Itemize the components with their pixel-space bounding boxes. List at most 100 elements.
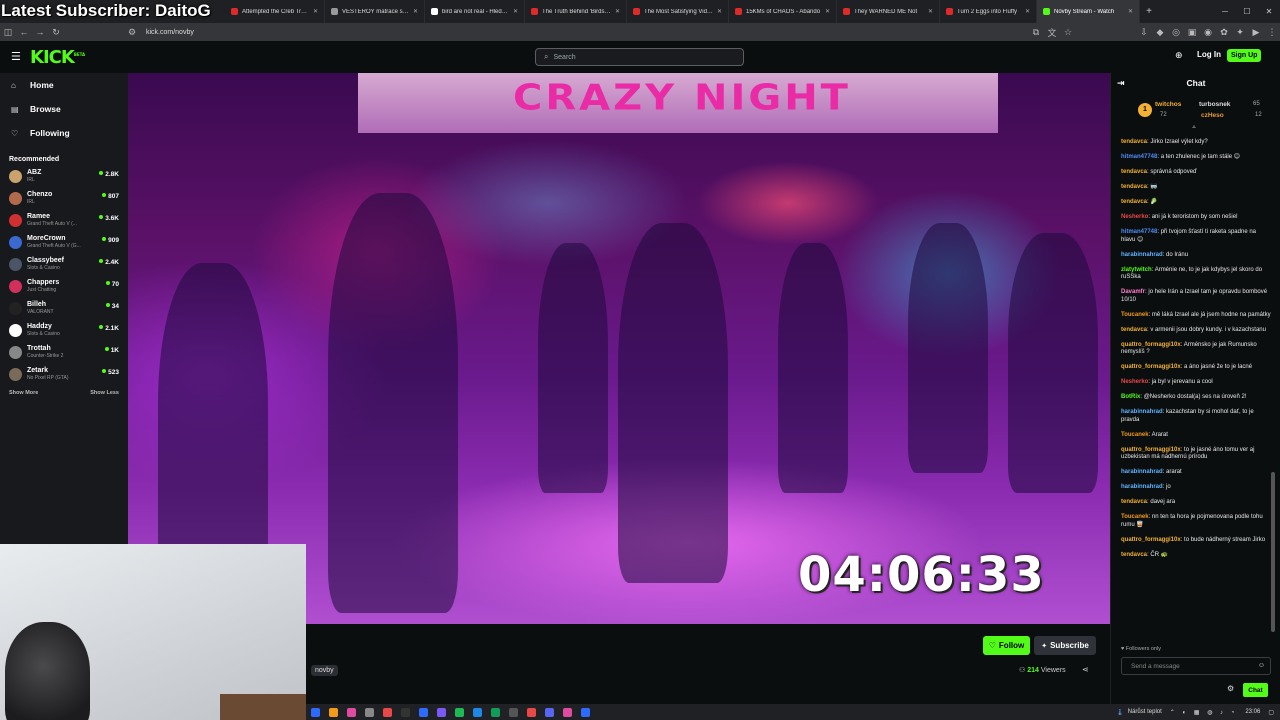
install-icon[interactable]: ⧉ <box>1028 27 1044 38</box>
top-gifter-3[interactable]: czHeso <box>1201 112 1224 119</box>
video-player[interactable]: CRAZY NIGHT 04:06:33 <box>128 73 1110 624</box>
taskbar-app-icon[interactable] <box>383 707 392 717</box>
close-icon[interactable]: ✕ <box>717 8 722 15</box>
send-chat-button[interactable]: Chat <box>1243 683 1268 697</box>
channel-name-tag[interactable]: novby <box>311 665 338 676</box>
share-icon[interactable]: ⋖ <box>1082 665 1089 674</box>
taskbar-app-icon[interactable] <box>365 707 374 717</box>
bookmark-icon[interactable]: ☆ <box>1060 27 1076 38</box>
close-icon[interactable]: ✕ <box>615 8 620 15</box>
taskbar-app-icon[interactable] <box>563 707 572 717</box>
chat-username[interactable]: hitman47748 <box>1121 229 1157 235</box>
forward-icon[interactable]: → <box>32 27 48 37</box>
sidebar-item-following[interactable]: ♡ Following <box>0 121 128 145</box>
chat-username[interactable]: tendavca <box>1121 169 1147 175</box>
follow-button[interactable]: ♡ Follow <box>983 636 1030 655</box>
sidebar-channel-item[interactable]: Billeh VALORANT 34 <box>0 297 128 319</box>
sidebar-channel-item[interactable]: Haddzy Slots & Casino 2.1K <box>0 319 128 341</box>
chat-username[interactable]: Toucanek <box>1121 432 1149 438</box>
taskbar-app-icon[interactable] <box>509 707 518 717</box>
extension-icon[interactable]: ▶ <box>1248 27 1264 38</box>
chat-username[interactable]: Davamfr <box>1121 289 1145 295</box>
chat-username[interactable]: quattro_formaggi10x <box>1121 342 1181 348</box>
sidebar-channel-item[interactable]: Classybeef Slots & Casino 2.4K <box>0 253 128 275</box>
sidebar-channel-item[interactable]: MoreCrown Grand Theft Auto V (G... 909 <box>0 231 128 253</box>
sidebar-channel-item[interactable]: ABZ IRL 2.8K <box>0 165 128 187</box>
close-icon[interactable]: ✕ <box>313 8 318 15</box>
taskbar-app-icon[interactable] <box>545 707 554 717</box>
sidebar-channel-item[interactable]: Trottah Counter-Strike 2 1K <box>0 341 128 363</box>
hamburger-icon[interactable]: ☰ <box>11 50 21 63</box>
chat-username[interactable]: hitman47748 <box>1121 154 1157 160</box>
close-icon[interactable]: ✕ <box>1025 8 1030 15</box>
taskbar-app-icon[interactable] <box>473 707 482 717</box>
taskbar-app-icon[interactable] <box>329 707 338 717</box>
download-icon[interactable]: ⇩ <box>1136 27 1152 38</box>
browser-tab-active[interactable]: Novby Stream - Watch ✕ <box>1037 0 1140 23</box>
chat-username[interactable]: tendavca <box>1121 184 1147 190</box>
browser-tab[interactable]: They WARNED ME Not ✕ <box>837 0 940 23</box>
chat-username[interactable]: quattro_formaggi10x <box>1121 537 1181 543</box>
chat-username[interactable]: harabinnahrad <box>1121 252 1163 258</box>
taskbar-app-icon[interactable] <box>419 707 428 717</box>
chat-settings-gear-icon[interactable]: ⚙ <box>1227 684 1234 693</box>
chat-username[interactable]: harabinnahrad <box>1121 484 1163 490</box>
chat-username[interactable]: quattro_formaggi10x <box>1121 364 1181 370</box>
chat-username[interactable]: quattro_formaggi10x <box>1121 447 1181 453</box>
menu-icon[interactable]: ⋮ <box>1264 27 1280 38</box>
chat-username[interactable]: harabinnahrad <box>1121 409 1163 415</box>
chevron-down-icon[interactable]: ⩡ <box>1192 124 1196 132</box>
extension-icon[interactable]: ◆ <box>1152 27 1168 38</box>
extension-icon[interactable]: ▣ <box>1184 27 1200 38</box>
chat-username[interactable]: tendavca <box>1121 552 1147 558</box>
sidebar-channel-item[interactable]: Ramee Grand Theft Auto V (... 3.6K <box>0 209 128 231</box>
emoji-icon[interactable]: ☺ <box>1258 662 1265 669</box>
browser-tab[interactable]: bird are not real - Hledat G ✕ <box>425 0 525 23</box>
taskbar-app-icon[interactable] <box>347 707 356 717</box>
taskbar-app-icon[interactable] <box>401 707 410 717</box>
extension-icon[interactable]: ✿ <box>1216 27 1232 38</box>
browser-tab[interactable]: Attempted the Creb Track. | ✕ <box>225 0 325 23</box>
browser-tab[interactable]: The Truth Behind 'Birds Aren ✕ <box>525 0 627 23</box>
taskbar-app-icon[interactable] <box>311 707 320 717</box>
browser-tab[interactable]: 15KMs of CHAOS - Abando ✕ <box>729 0 837 23</box>
chat-username[interactable]: BotRix <box>1121 394 1140 400</box>
new-tab-icon[interactable]: + <box>1140 6 1158 17</box>
tray-icons[interactable]: ⌃ ◐ ▦ ◍ ♪ ◔ <box>1170 709 1238 716</box>
language-globe-icon[interactable]: ⊕ <box>1175 50 1183 61</box>
taskbar-app-icon[interactable] <box>491 707 500 717</box>
sidebar-item-browse[interactable]: ▤ Browse <box>0 97 128 121</box>
close-icon[interactable]: ✕ <box>1128 8 1133 15</box>
sidebar-channel-item[interactable]: Chenzo IRL 807 <box>0 187 128 209</box>
login-button[interactable]: Log In <box>1197 50 1221 59</box>
chat-username[interactable]: tendavca <box>1121 499 1147 505</box>
browser-tab[interactable]: VESTERÖY matrace s taštičk✕ <box>325 0 425 23</box>
close-icon[interactable]: ✕ <box>413 8 418 15</box>
taskbar-app-icon[interactable] <box>437 707 446 717</box>
extension-icon[interactable]: ◉ <box>1200 27 1216 38</box>
signup-button[interactable]: Sign Up <box>1227 49 1262 62</box>
weather-text[interactable]: Nárůst teplot <box>1128 709 1162 715</box>
url-text[interactable]: kick.com/novby <box>146 29 194 36</box>
kick-logo[interactable]: KICKBETA <box>30 47 85 68</box>
collapse-chat-icon[interactable]: ⇥ <box>1117 78 1125 89</box>
maximize-icon[interactable]: ☐ <box>1236 7 1258 16</box>
chat-username[interactable]: Toucanek <box>1121 514 1149 520</box>
chat-username[interactable]: tendavca <box>1121 327 1147 333</box>
sidebar-item-home[interactable]: ⌂ Home <box>0 73 128 97</box>
top-gifter-1[interactable]: twitchos <box>1155 101 1181 108</box>
chat-username[interactable]: zlatytwitch <box>1121 267 1152 273</box>
taskbar-app-icon[interactable] <box>581 707 590 717</box>
sidebar-channel-item[interactable]: Zetark No Pixel RP (GTA) 523 <box>0 363 128 385</box>
page-scrollbar[interactable] <box>1271 472 1275 632</box>
taskbar-app-icon[interactable] <box>527 707 536 717</box>
site-info-icon[interactable]: ⚙ <box>124 27 140 38</box>
taskbar-app-icon[interactable] <box>455 707 464 717</box>
translate-icon[interactable]: 文 <box>1044 26 1060 39</box>
chat-username[interactable]: harabinnahrad <box>1121 469 1163 475</box>
minimize-icon[interactable]: ─ <box>1214 7 1236 16</box>
browser-tab[interactable]: Turn 2 Eggs into Fluffy ✕ <box>940 0 1037 23</box>
window-close-icon[interactable]: ✕ <box>1258 7 1280 16</box>
chat-username[interactable]: Toucanek <box>1121 312 1149 318</box>
notification-icon[interactable]: ▢ <box>1268 709 1274 716</box>
